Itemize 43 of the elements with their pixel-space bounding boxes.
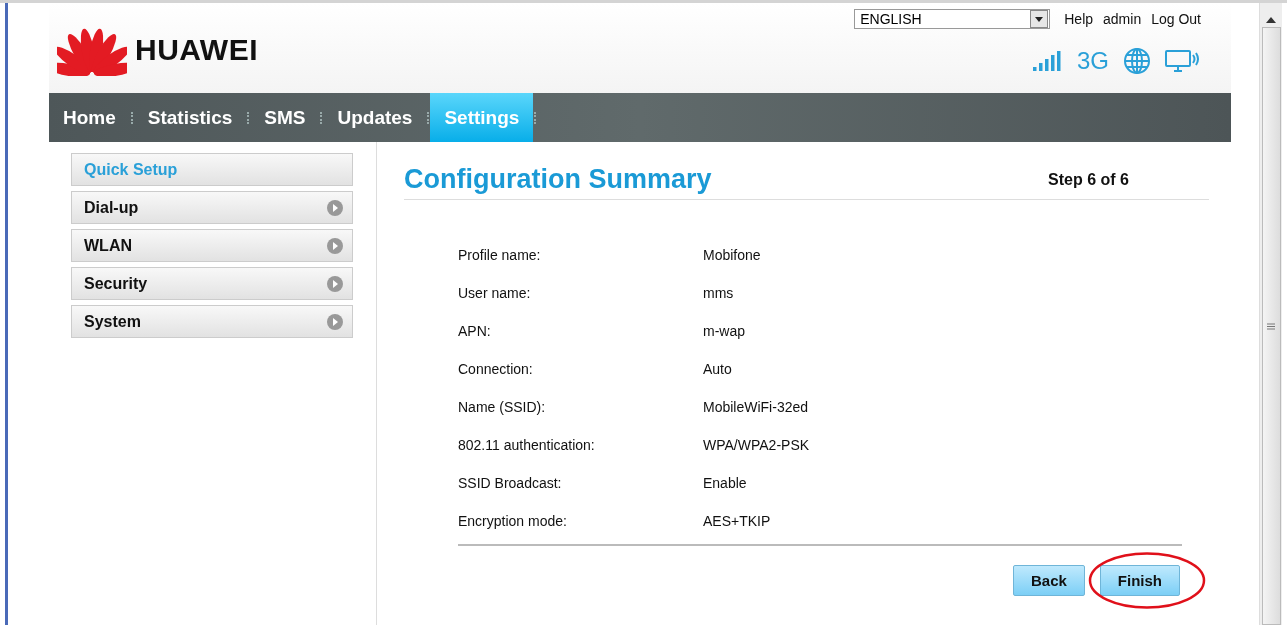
field-label: Profile name:	[458, 247, 542, 263]
field-label: Encryption mode:	[458, 513, 568, 529]
header-link[interactable]: admin	[1103, 11, 1142, 27]
wizard-button[interactable]: Finish	[1099, 565, 1180, 596]
field-value: mms	[703, 285, 734, 301]
field-label: 802.11 authentication:	[458, 437, 596, 453]
scrollbar-thumb[interactable]	[1261, 27, 1281, 625]
field-value: Auto	[703, 361, 732, 377]
step-indicator: Step 6 of 6	[1048, 170, 1129, 189]
page-title: Configuration Summary	[404, 164, 712, 195]
sidebar-item[interactable]: Dial-up	[71, 191, 353, 224]
sidebar-item[interactable]: Security	[71, 267, 353, 300]
network-type: 3G	[1077, 47, 1109, 75]
field-value: Enable	[703, 475, 747, 491]
sidebar-item[interactable]: System	[71, 305, 353, 338]
language-select[interactable]: ENGLISH	[854, 9, 1051, 29]
nav-tab[interactable]: SMS	[250, 93, 320, 142]
chevron-right-icon	[327, 237, 343, 254]
field-value: AES+TKIP	[703, 513, 771, 529]
sidebar-item[interactable]: WLAN	[71, 229, 353, 262]
field-label: APN:	[458, 323, 492, 339]
chevron-right-icon	[327, 313, 343, 330]
field-value: m-wap	[703, 323, 745, 339]
field-value: Mobifone	[703, 247, 761, 263]
scroll-up-icon[interactable]	[1266, 17, 1276, 23]
brand-name: HUAWEI	[135, 33, 258, 67]
header-link[interactable]: Log Out	[1151, 11, 1201, 27]
field-value: MobileWiFi-32ed	[703, 399, 809, 415]
wizard-button[interactable]: Back	[1012, 565, 1085, 596]
chevron-right-icon	[327, 275, 343, 292]
header-link[interactable]: Help	[1064, 11, 1094, 27]
signal-bars-icon	[1033, 51, 1063, 71]
nav-tab[interactable]: Updates	[323, 93, 427, 142]
nav-tab[interactable]: Home	[49, 93, 130, 142]
field-label: User name:	[458, 285, 532, 301]
field-value: WPA/WPA2-PSK	[703, 437, 810, 453]
field-label: Name (SSID):	[458, 399, 547, 415]
field-label: Connection:	[458, 361, 534, 377]
field-label: SSID Broadcast:	[458, 475, 563, 491]
globe-icon	[1123, 47, 1151, 75]
monitor-wireless-icon	[1165, 49, 1201, 73]
chevron-right-icon	[327, 199, 343, 216]
nav-tab[interactable]: Statistics	[133, 93, 247, 142]
